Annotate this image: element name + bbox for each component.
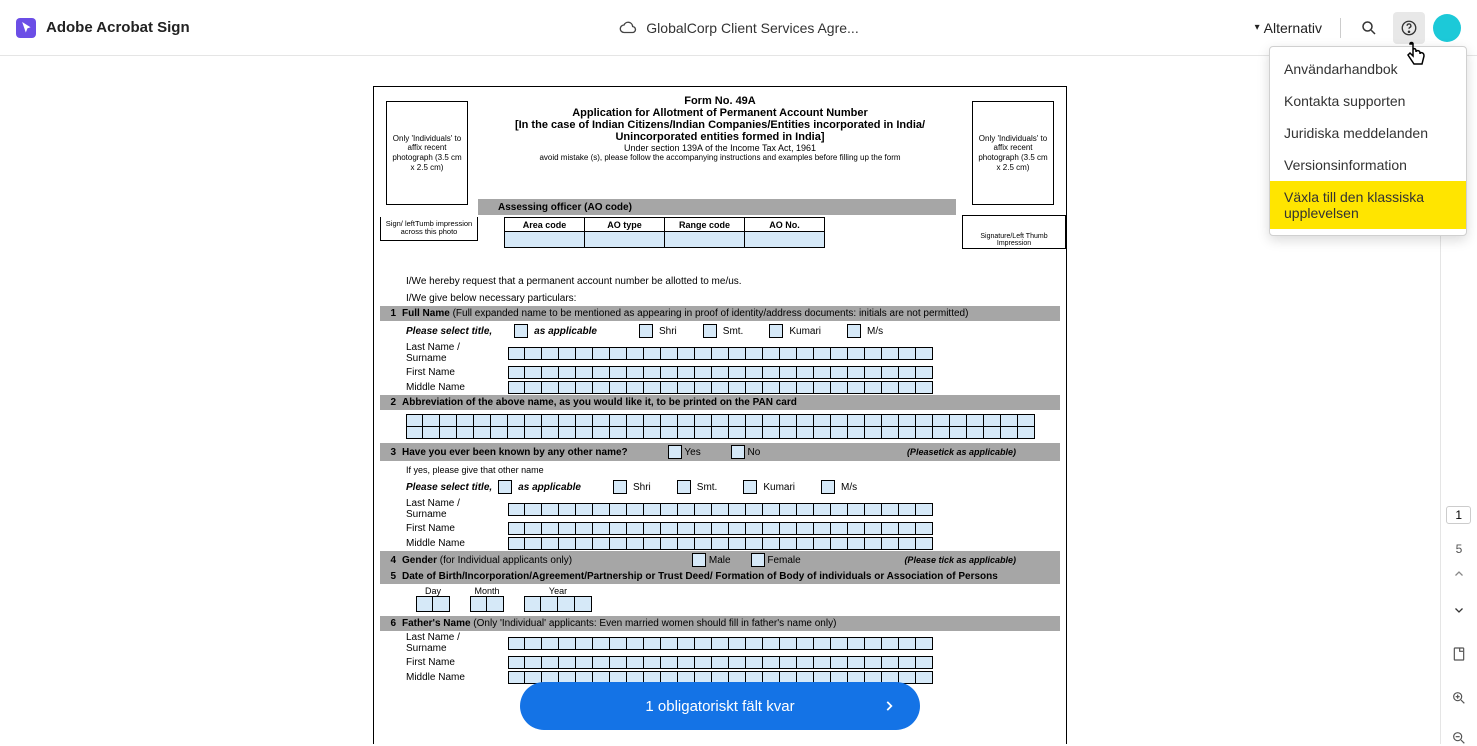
- other-name-yes-checkbox[interactable]: [668, 445, 682, 459]
- app-header: Adobe Acrobat Sign GlobalCorp Client Ser…: [0, 0, 1477, 56]
- fit-page-button[interactable]: [1451, 646, 1467, 662]
- request-line-1: I/We hereby request that a permanent acc…: [380, 272, 1060, 289]
- s3-shri-checkbox[interactable]: [613, 480, 627, 494]
- help-dropdown-menu: Användarhandbok Kontakta supporten Jurid…: [1269, 46, 1467, 236]
- form-subtitle-2: [In the case of Indian Citizens/Indian C…: [380, 119, 1060, 131]
- avatar[interactable]: [1433, 14, 1461, 42]
- photo-box-left: Only 'Individuals' to affix recent photo…: [386, 101, 468, 205]
- zoom-in-button[interactable]: [1451, 690, 1467, 706]
- section-3-header: 3Have you ever been known by any other n…: [380, 443, 1060, 461]
- page-total-label: 5: [1456, 542, 1463, 556]
- chevron-down-icon: ▾: [1255, 22, 1260, 33]
- sign-left-caption: Sign/ leftTumb impression across this ph…: [380, 217, 478, 241]
- section-4-header: 4Gender (for Individual applicants only)…: [380, 551, 1060, 569]
- s6-last-input[interactable]: [508, 637, 933, 650]
- form-subtitle-3: Unincorporated entities formed in India]: [380, 131, 1060, 143]
- form-page: Only 'Individuals' to affix recent photo…: [373, 86, 1067, 744]
- form-avoid: avoid mistake (s), please follow the acc…: [380, 153, 1060, 162]
- section-1-header: 1 Full Name (Full expanded name to be me…: [380, 306, 1060, 321]
- select-title-label: Please select title,: [406, 326, 492, 337]
- search-button[interactable]: [1353, 12, 1385, 44]
- s3-smt-checkbox[interactable]: [677, 480, 691, 494]
- menu-item-legal[interactable]: Juridiska meddelanden: [1270, 117, 1466, 149]
- document-title: GlobalCorp Client Services Agre...: [646, 20, 858, 36]
- document-viewport: Only 'Individuals' to affix recent photo…: [0, 56, 1440, 744]
- dob-month-input[interactable]: [470, 596, 504, 612]
- ao-area-code-input[interactable]: [505, 232, 585, 248]
- s3-last-input[interactable]: [508, 503, 933, 516]
- header-center: GlobalCorp Client Services Agre...: [618, 19, 858, 37]
- ao-header-bar: Assessing officer (AO code): [478, 199, 956, 215]
- s3-middle-input[interactable]: [508, 537, 933, 550]
- help-button[interactable]: [1393, 12, 1425, 44]
- title-kumari-checkbox[interactable]: [769, 324, 783, 338]
- request-line-2: I/We give below necessary particulars:: [380, 289, 1060, 306]
- abbrev-input[interactable]: [406, 414, 1040, 439]
- title-smt-checkbox[interactable]: [703, 324, 717, 338]
- ao-table: Area code AO type Range code AO No.: [504, 217, 825, 248]
- app-name: Adobe Acrobat Sign: [46, 19, 190, 36]
- s3-kumari-checkbox[interactable]: [743, 480, 757, 494]
- last-name-input[interactable]: [508, 347, 933, 360]
- first-name-input[interactable]: [508, 366, 933, 379]
- page-current-badge[interactable]: 1: [1446, 506, 1471, 524]
- page-up-button[interactable]: [1453, 568, 1465, 580]
- s3-ms-checkbox[interactable]: [821, 480, 835, 494]
- gender-male-checkbox[interactable]: [692, 553, 706, 567]
- ao-number-input[interactable]: [745, 232, 825, 248]
- other-name-no-checkbox[interactable]: [731, 445, 745, 459]
- title-shri-checkbox[interactable]: [639, 324, 653, 338]
- title-ms-checkbox[interactable]: [847, 324, 861, 338]
- section-2-header: 2Abbreviation of the above name, as you …: [380, 395, 1060, 410]
- form-under-section: Under section 139A of the Income Tax Act…: [380, 143, 1060, 153]
- section-6-header: 6Father's Name (Only 'Individual' applic…: [380, 616, 1060, 631]
- section-5-header: 5Date of Birth/Incorporation/Agreement/P…: [380, 569, 1060, 584]
- photo-box-right: Only 'Individuals' to affix recent photo…: [972, 101, 1054, 205]
- s6-first-input[interactable]: [508, 656, 933, 669]
- page-down-button[interactable]: [1453, 604, 1465, 616]
- dob-day-input[interactable]: [416, 596, 450, 612]
- signature-box-right[interactable]: Signature/Left Thumb Impression: [962, 215, 1066, 249]
- header-right: ▾ Alternativ: [1249, 12, 1461, 44]
- menu-item-classic-experience[interactable]: Växla till den klassiska upplevelsen: [1270, 181, 1466, 229]
- form-subtitle-1: Application for Allotment of Permanent A…: [380, 107, 1060, 119]
- cloud-icon: [618, 19, 636, 37]
- menu-item-version[interactable]: Versionsinformation: [1270, 149, 1466, 181]
- middle-name-input[interactable]: [508, 381, 933, 394]
- chevron-right-icon: [882, 699, 896, 713]
- ifyes-label: If yes, please give that other name: [380, 461, 1060, 477]
- divider: [1340, 18, 1341, 38]
- alternativ-dropdown[interactable]: ▾ Alternativ: [1249, 16, 1328, 40]
- form-number: Form No. 49A: [380, 95, 1060, 107]
- menu-item-contact-support[interactable]: Kontakta supporten: [1270, 85, 1466, 117]
- acrobat-logo-icon: [16, 18, 36, 38]
- title-applicable-checkbox[interactable]: [514, 324, 528, 338]
- required-fields-pill[interactable]: 1 obligatoriskt fält kvar: [520, 682, 920, 730]
- alternativ-label: Alternativ: [1264, 20, 1322, 36]
- menu-item-user-guide[interactable]: Användarhandbok: [1270, 53, 1466, 85]
- header-left: Adobe Acrobat Sign: [16, 18, 190, 38]
- pill-label: 1 obligatoriskt fält kvar: [645, 698, 794, 715]
- dob-year-input[interactable]: [524, 596, 592, 612]
- ao-range-code-input[interactable]: [665, 232, 745, 248]
- s3-first-input[interactable]: [508, 522, 933, 535]
- s3-applicable-checkbox[interactable]: [498, 480, 512, 494]
- gender-female-checkbox[interactable]: [751, 553, 765, 567]
- ao-type-input[interactable]: [585, 232, 665, 248]
